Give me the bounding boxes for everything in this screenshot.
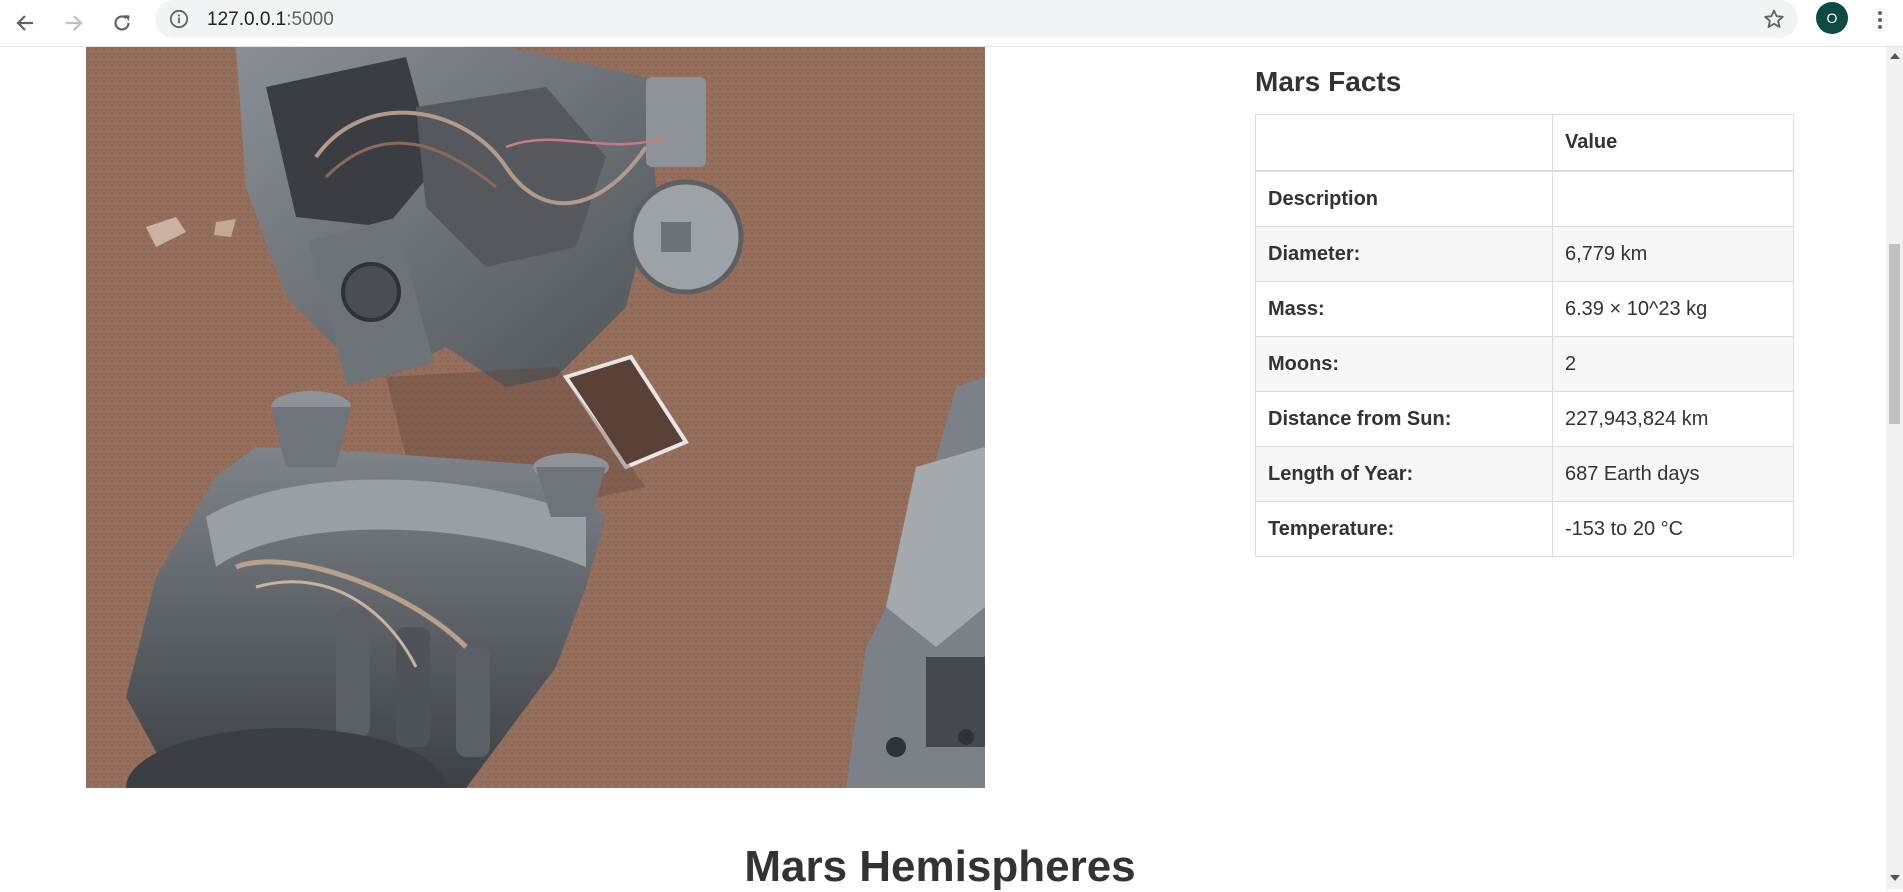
browser-toolbar: 127.0.0.1:5000 O xyxy=(0,0,1903,47)
table-row: Diameter: 6,779 km xyxy=(1255,226,1794,282)
fact-value: -153 to 20 °C xyxy=(1552,501,1794,557)
browser-menu-button[interactable] xyxy=(1868,6,1892,34)
table-row: Length of Year: 687 Earth days xyxy=(1255,446,1794,502)
reload-button[interactable] xyxy=(105,6,139,40)
fact-value: 6,779 km xyxy=(1552,226,1794,282)
address-bar[interactable]: 127.0.0.1:5000 xyxy=(155,0,1798,38)
fact-label: Temperature: xyxy=(1255,501,1553,557)
featured-image xyxy=(86,47,985,788)
table-row: Mass: 6.39 × 10^23 kg xyxy=(1255,281,1794,337)
table-row: Moons: 2 xyxy=(1255,336,1794,392)
avatar[interactable]: O xyxy=(1816,2,1848,34)
header-blank-cell xyxy=(1255,114,1553,172)
forward-arrow-icon xyxy=(66,15,83,31)
star-icon[interactable] xyxy=(1762,7,1786,31)
fact-label: Moons: xyxy=(1255,336,1553,392)
scrollbar-thumb[interactable] xyxy=(1889,244,1900,424)
fact-label: Distance from Sun: xyxy=(1255,391,1553,447)
fact-value: 6.39 × 10^23 kg xyxy=(1552,281,1794,337)
scroll-down-arrow-icon[interactable] xyxy=(1890,875,1900,881)
fact-label: Description xyxy=(1255,170,1553,227)
fact-value: 227,943,824 km xyxy=(1552,391,1794,447)
kebab-menu-icon xyxy=(1878,11,1882,29)
mars-facts-table: Value Description Diameter: 6,779 km Mas… xyxy=(1255,114,1794,557)
reload-icon xyxy=(114,15,130,31)
page-scrollbar[interactable] xyxy=(1886,47,1903,889)
fact-value xyxy=(1552,170,1794,227)
url-text[interactable]: 127.0.0.1:5000 xyxy=(207,9,334,31)
mars-hemispheres-heading: Mars Hemispheres xyxy=(744,842,1136,891)
table-row: Description xyxy=(1255,170,1794,227)
fact-value: 2 xyxy=(1552,336,1794,392)
table-row: Distance from Sun: 227,943,824 km xyxy=(1255,391,1794,447)
url-port: :5000 xyxy=(286,9,334,30)
back-arrow-icon xyxy=(16,15,33,31)
back-button[interactable] xyxy=(8,6,42,40)
table-row: Temperature: -153 to 20 °C xyxy=(1255,501,1794,557)
url-host: 127.0.0.1 xyxy=(207,9,287,30)
scroll-up-arrow-icon[interactable] xyxy=(1890,53,1900,59)
info-icon[interactable] xyxy=(169,9,189,29)
header-value-cell: Value xyxy=(1552,114,1794,172)
mars-facts-heading: Mars Facts xyxy=(1255,66,1402,97)
forward-button[interactable] xyxy=(57,6,91,40)
table-header-row: Value xyxy=(1255,114,1794,172)
fact-label: Length of Year: xyxy=(1255,446,1553,502)
fact-label: Diameter: xyxy=(1255,226,1553,282)
rover-arm-photo xyxy=(86,47,985,788)
fact-label: Mass: xyxy=(1255,281,1553,337)
fact-value: 687 Earth days xyxy=(1552,446,1794,502)
